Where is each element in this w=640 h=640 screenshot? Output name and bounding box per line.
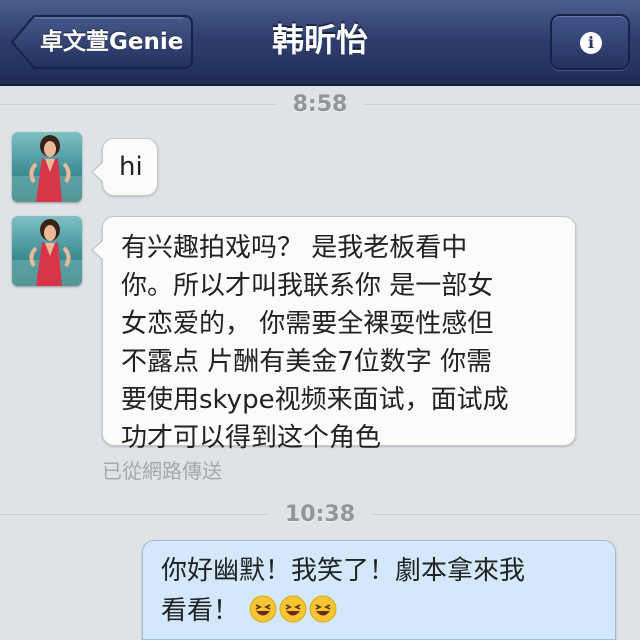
outgoing-message-bubble[interactable]: 你好幽默！我笑了！劇本拿來我 看看！ bbox=[142, 540, 616, 640]
divider-line bbox=[372, 514, 640, 515]
navigation-bar: 卓文萱Genie 韩昕怡 i bbox=[0, 0, 640, 86]
laughing-face-emoji bbox=[249, 595, 277, 623]
avatar-image bbox=[12, 132, 82, 202]
delivery-status: 已從網路傳送 bbox=[102, 459, 222, 483]
timestamp-divider: 8:58 bbox=[0, 90, 640, 120]
divider-line bbox=[364, 104, 640, 105]
timestamp-divider: 10:38 bbox=[0, 500, 640, 530]
laughing-face-emoji bbox=[309, 595, 337, 623]
back-button[interactable]: 卓文萱Genie bbox=[10, 14, 194, 70]
back-button-label: 卓文萱Genie bbox=[40, 29, 184, 55]
timestamp-text: 8:58 bbox=[292, 92, 348, 117]
laughing-face-emoji bbox=[279, 595, 307, 623]
message-text: hi bbox=[119, 152, 143, 182]
timestamp-text: 10:38 bbox=[284, 502, 356, 527]
incoming-message-bubble[interactable]: 有兴趣拍戏吗？ 是我老板看中 你。所以才叫我联系你 是一部女 女恋爱的， 你需要… bbox=[91, 216, 576, 453]
divider-line bbox=[0, 104, 276, 105]
contact-avatar[interactable] bbox=[12, 132, 82, 202]
message-line: 看看！ bbox=[161, 596, 240, 626]
message-line: 你好幽默！我笑了！劇本拿來我 bbox=[161, 556, 526, 586]
contact-avatar[interactable] bbox=[12, 216, 82, 286]
message-text: 你好幽默！我笑了！劇本拿來我 看看！ bbox=[161, 551, 525, 631]
avatar-image bbox=[12, 216, 82, 286]
info-button[interactable]: i bbox=[550, 14, 630, 70]
message-text: 有兴趣拍戏吗？ 是我老板看中 你。所以才叫我联系你 是一部女 女恋爱的， 你需要… bbox=[121, 233, 509, 453]
info-icon: i bbox=[580, 32, 602, 54]
message-line-2: 看看！ bbox=[161, 591, 525, 631]
chat-title: 韩昕怡 bbox=[271, 21, 368, 59]
incoming-message-bubble[interactable]: hi bbox=[91, 138, 158, 196]
divider-line bbox=[0, 514, 268, 515]
